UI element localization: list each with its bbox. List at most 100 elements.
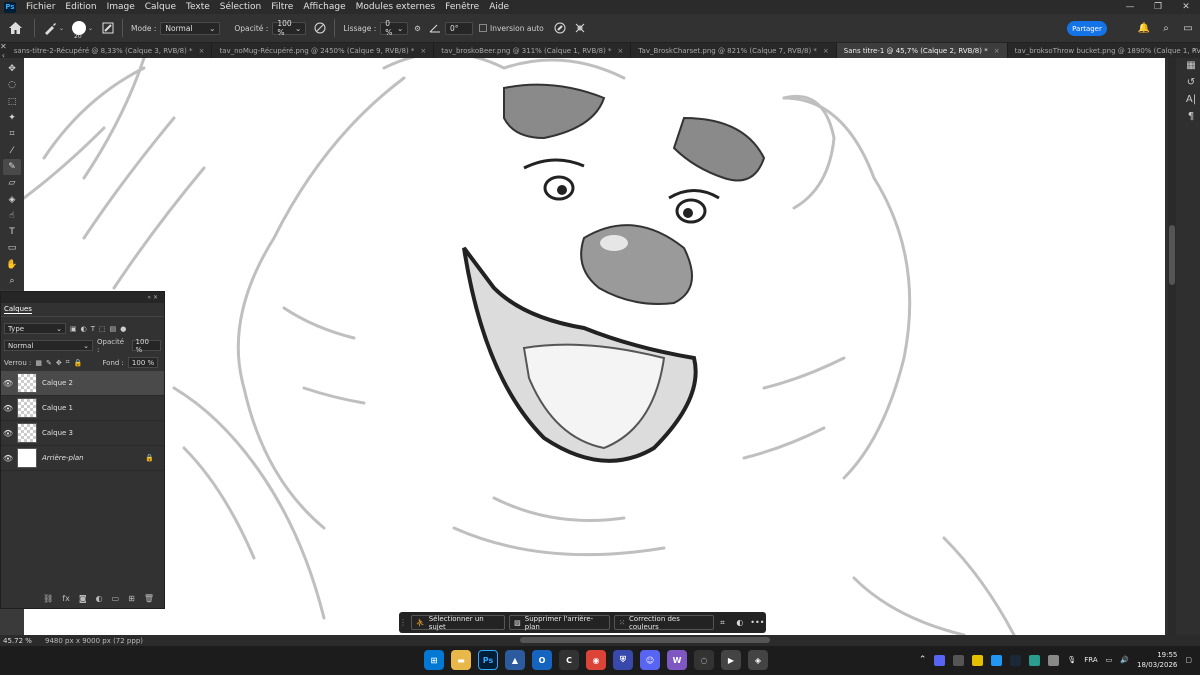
smudge-tool-icon[interactable]: ☝ [3, 208, 21, 224]
opacity-input[interactable]: 100 % ⌄ [272, 19, 307, 37]
panels-icon[interactable]: ▦ [1186, 60, 1195, 71]
tray-app-icon[interactable] [972, 654, 984, 666]
tray-expand-icon[interactable]: ⌃ [919, 655, 927, 665]
menu-view[interactable]: Affichage [298, 2, 350, 12]
refresh-app-icon[interactable]: C [559, 650, 579, 670]
layer-filter-select[interactable]: Type ⌄ [4, 323, 66, 334]
close-icon[interactable]: × [618, 47, 624, 55]
tray-app-icon[interactable] [991, 654, 1003, 666]
filter-adjust-icon[interactable]: ◐ [81, 325, 87, 333]
menu-window[interactable]: Fenêtre [440, 2, 484, 12]
workspace-icon[interactable]: ▭ [1182, 22, 1194, 34]
menu-layer[interactable]: Calque [140, 2, 181, 12]
document-info[interactable]: 9480 px x 9000 px (72 ppp) [42, 637, 143, 645]
lock-pixels-icon[interactable]: ▦ [35, 359, 42, 367]
filter-toggle-icon[interactable]: ● [120, 325, 126, 333]
shape-tool-icon[interactable]: ▭ [3, 240, 21, 256]
tray-app-icon[interactable] [953, 654, 965, 666]
zoom-level[interactable]: 45.72 % [0, 637, 42, 645]
close-icon[interactable]: × [420, 47, 426, 55]
steam-icon[interactable] [1010, 654, 1022, 666]
smoothing-input[interactable]: 0 % ⌄ [380, 19, 409, 37]
start-windows-icon[interactable]: ⊞ [424, 650, 444, 670]
file-explorer-icon[interactable]: ▬ [451, 650, 471, 670]
fill-input[interactable]: 100 % [127, 357, 159, 368]
select-subject-button[interactable]: ⛹ Sélectionner un sujet [411, 615, 506, 631]
lock-all-icon[interactable]: 🔒 [74, 359, 83, 367]
chrome-icon[interactable]: ◉ [586, 650, 606, 670]
character-icon[interactable]: A| [1186, 94, 1196, 105]
menu-edit[interactable]: Edition [60, 2, 101, 12]
history-icon[interactable]: ↺ [1187, 77, 1195, 88]
document-canvas[interactable] [24, 58, 1165, 635]
restore-icon[interactable]: ❐ [1144, 0, 1172, 14]
paint-bucket-tool-icon[interactable]: ◈ [3, 191, 21, 207]
tabs-scroll-left-icon[interactable]: ✕ ‹ [0, 42, 7, 60]
layers-tab[interactable]: Calques [1, 303, 164, 317]
adjust-icon[interactable]: ◐ [731, 618, 748, 627]
menu-select[interactable]: Sélection [215, 2, 266, 12]
text-tool-icon[interactable]: T [3, 224, 21, 240]
brush-preset-picker[interactable]: 20 ⌄ [72, 21, 94, 40]
layer-row[interactable]: 👁 Calque 2 [1, 371, 164, 396]
menu-help[interactable]: Aide [484, 2, 514, 12]
magic-wand-tool-icon[interactable]: ✦ [3, 110, 21, 126]
close-icon[interactable]: ✕ [1172, 0, 1200, 14]
sync-app-icon[interactable]: ◌ [694, 650, 714, 670]
pressure-size-icon[interactable] [554, 22, 566, 34]
menu-image[interactable]: Image [102, 2, 140, 12]
filter-smart-icon[interactable]: ▤ [110, 325, 117, 333]
transform-icon[interactable]: ⌗ [714, 618, 731, 628]
media-player-icon[interactable]: ▶ [721, 650, 741, 670]
brush-settings-icon[interactable] [102, 22, 114, 34]
notifications-icon[interactable]: 🔔 [1138, 22, 1150, 34]
collapse-icon[interactable]: « ✕ [147, 294, 158, 301]
brush-tool-icon[interactable]: ⌄ [43, 21, 64, 35]
new-group-icon[interactable]: ▭ [112, 594, 120, 603]
eyedropper-tool-icon[interactable]: ⁄ [3, 142, 21, 158]
layer-opacity-input[interactable]: 100 % [131, 338, 161, 354]
mode-select[interactable]: Normal ⌄ [160, 21, 221, 35]
new-layer-icon[interactable]: ⊞ [128, 594, 135, 603]
clock[interactable]: 19:55 18/03/2026 [1137, 650, 1177, 670]
brush-tool-icon[interactable]: ✎ [3, 158, 21, 176]
eraser-tool-icon[interactable]: ▱ [3, 175, 21, 191]
visibility-eye-icon[interactable]: 👁 [1, 454, 15, 463]
notifications-icon[interactable]: ▢ [1185, 656, 1192, 664]
close-icon[interactable]: × [823, 47, 829, 55]
remove-background-button[interactable]: ▨ Supprimer l'arrière-plan [509, 615, 611, 631]
menu-filter[interactable]: Filtre [266, 2, 298, 12]
layer-row[interactable]: 👁 Calque 3 [1, 421, 164, 446]
tab-document-3[interactable]: tav_broskoBeer.png @ 311% (Calque 1, RVB… [434, 43, 632, 58]
fx-icon[interactable]: fx [62, 594, 70, 603]
close-icon[interactable]: × [199, 47, 205, 55]
lock-position-icon[interactable]: ✥ [56, 359, 62, 367]
microphone-icon[interactable]: 🎙 [1067, 656, 1076, 664]
close-icon[interactable]: × [994, 47, 1000, 55]
visibility-eye-icon[interactable]: 👁 [1, 379, 15, 388]
layer-row[interactable]: 👁 Calque 1 [1, 396, 164, 421]
outlook-icon[interactable]: O [532, 650, 552, 670]
photoshop-taskbar-icon[interactable]: Ps [478, 650, 498, 670]
auto-invert-checkbox[interactable]: Inversion auto [479, 24, 544, 33]
tab-document-6[interactable]: tav_broksoThrow bucket.png @ 1890% (Calq… [1008, 43, 1200, 58]
tray-app-icon[interactable] [1029, 654, 1041, 666]
writing-app-icon[interactable]: W [667, 650, 687, 670]
visibility-eye-icon[interactable]: 👁 [1, 429, 15, 438]
move-tool-icon[interactable]: ✥ [3, 61, 21, 77]
search-icon[interactable]: ⌕ [1160, 22, 1172, 34]
marquee-tool-icon[interactable]: ⬚ [3, 94, 21, 110]
minimize-icon[interactable]: — [1116, 0, 1144, 14]
add-mask-icon[interactable]: ◙ [79, 594, 87, 603]
filter-shape-icon[interactable]: ⬚ [99, 325, 106, 333]
security-app-icon[interactable]: ⛨ [613, 650, 633, 670]
discord-tray-icon[interactable] [934, 654, 946, 666]
crop-tool-icon[interactable]: ⌗ [3, 126, 21, 142]
delete-layer-icon[interactable]: 🗑 [144, 594, 154, 603]
lock-artboard-icon[interactable]: ⌗ [66, 358, 70, 367]
visibility-eye-icon[interactable]: 👁 [1, 404, 15, 413]
pen-icon[interactable] [1048, 654, 1060, 666]
volume-icon[interactable]: 🔊 [1120, 656, 1129, 664]
vertical-scrollbar[interactable] [1168, 58, 1176, 635]
tabs-overflow-icon[interactable]: › [1193, 45, 1196, 54]
